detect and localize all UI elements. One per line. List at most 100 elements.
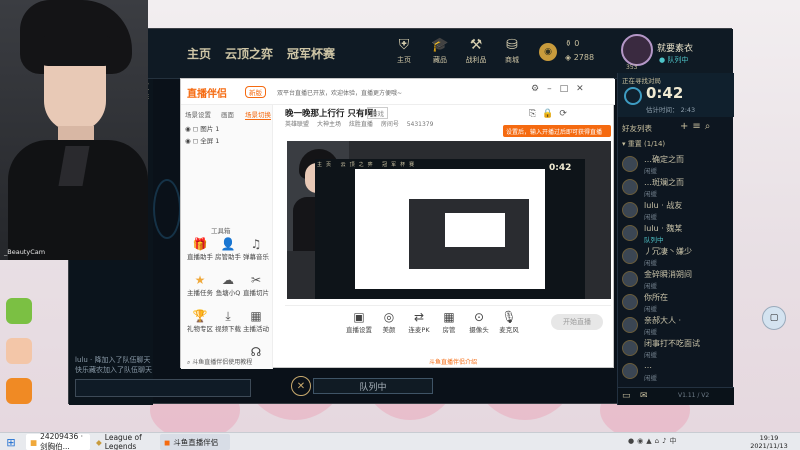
desktop-app-icon[interactable] — [6, 298, 32, 324]
list-icon[interactable]: ≡ — [692, 121, 704, 132]
tray-app-icon[interactable]: ▲ — [646, 437, 654, 445]
toolbox-item[interactable]: 🎁 直播助手 — [187, 237, 213, 263]
list-item[interactable]: lulu · 魏某 队列中 — [622, 222, 730, 244]
orange-tip[interactable]: 设置后，输入开播过后即可获得直播 — [503, 125, 611, 137]
lol-decor-ring — [153, 179, 181, 239]
tutorial-link[interactable]: ⌕ 斗鱼直播伴侣使用教程 — [187, 357, 252, 367]
chat-input[interactable] — [75, 379, 251, 397]
tab-scene-switch[interactable]: 场景切换 — [245, 109, 271, 120]
friend-name: 闭事打不吃面试 — [644, 339, 700, 348]
list-item[interactable]: …斑斓之而 闲缓 — [622, 176, 730, 198]
lol-nav-home[interactable]: 主页 — [187, 45, 211, 62]
taskbar-item[interactable]: ◼ 斗鱼直播伴侣 — [160, 434, 230, 450]
lol-tool-store[interactable]: ⛁ 商城 — [495, 35, 529, 75]
chat-icon[interactable]: ▭ — [622, 391, 631, 401]
taskbar-item[interactable]: ■ 24209436 · 剑胸伯... — [26, 432, 90, 450]
bottom-tool-button[interactable]: 🎙 麦克风 — [495, 310, 523, 336]
desktop-app-icon[interactable] — [6, 378, 32, 404]
add-friend-icon[interactable]: + — [680, 121, 692, 132]
list-item[interactable]: … 闲缓 — [622, 360, 730, 382]
list-item[interactable]: 闭事打不吃面试 闲缓 — [622, 337, 730, 359]
toolbox-item[interactable]: ✂ 直播切片 — [243, 273, 269, 299]
lol-tool-home[interactable]: ⛨ 主页 — [387, 35, 421, 75]
friends-footer: ▭ ✉ V1.11 / V2 — [618, 387, 734, 405]
start-icon[interactable]: ⊞ — [4, 435, 18, 449]
tray-app-icon[interactable]: ◉ — [637, 437, 646, 445]
network-icon[interactable]: ⌂ — [655, 437, 662, 445]
toolbox-item[interactable]: 👤 房管助手 — [215, 237, 241, 263]
minimize-icon[interactable]: – — [547, 84, 560, 94]
friend-name: 金碎瞬消朔间 — [644, 270, 692, 279]
bottom-tool-button[interactable]: ⇄ 连麦PK — [405, 310, 433, 336]
friend-name: 亲郝大人 · — [644, 316, 682, 325]
refresh-icon[interactable]: ⟳ — [559, 109, 573, 119]
avatar — [622, 271, 638, 287]
lol-tool-collection[interactable]: 🎓 藏品 — [423, 35, 457, 75]
stream-tag[interactable]: 游戏 — [367, 107, 388, 119]
bottom-tool-button[interactable]: ▦ 房管 — [435, 310, 463, 336]
start-stream-button[interactable]: 开始直播 — [551, 314, 603, 330]
floating-assist-icon[interactable]: ▢ — [762, 306, 786, 330]
cancel-queue-button[interactable]: ✕ — [291, 376, 311, 396]
version-badge: 新版 — [245, 86, 266, 98]
list-item[interactable]: 亲郝大人 · 闲缓 — [622, 314, 730, 336]
lol-nav-clash[interactable]: 冠军杯赛 — [287, 45, 335, 62]
toolbox-label: 直播切片 — [243, 289, 269, 297]
avatar[interactable] — [621, 34, 653, 66]
tab-scene-settings[interactable]: 场景设置 — [185, 109, 211, 119]
bottom-tool-button[interactable]: ◎ 美颜 — [375, 310, 403, 336]
summoner-status: ● 队列中 — [659, 56, 689, 64]
toolbox-title: 工具箱 — [211, 227, 231, 235]
volume-icon[interactable]: ♪ — [662, 437, 669, 445]
close-icon[interactable]: ✕ — [576, 84, 592, 94]
riot-points-value: ◈ 2788 — [565, 53, 595, 62]
intro-link[interactable]: 斗鱼直播伴侣介绍 — [429, 357, 477, 366]
queue-status-button[interactable]: 队列中 — [313, 378, 433, 394]
friends-header: 好友列表 — [622, 124, 652, 133]
friend-name: … — [644, 361, 652, 370]
tray-app-icon[interactable]: ● — [628, 437, 637, 445]
avatar — [622, 225, 638, 241]
toolbox-item[interactable]: ⤓ 视频下载 — [215, 309, 241, 335]
mail-icon[interactable]: ✉ — [640, 391, 648, 401]
toolbox-item[interactable]: ★ 主播任务 — [187, 273, 213, 299]
lol-nav-tft[interactable]: 云顶之弈 — [225, 45, 273, 62]
avatar — [622, 179, 638, 195]
lock-icon[interactable]: 🔒 — [542, 109, 559, 119]
friends-group[interactable]: ▾ 重置 (1/14) — [622, 139, 665, 149]
list-item[interactable]: 丿冗凄丶嫌少 闲缓 — [622, 245, 730, 267]
queue-estimate: 估计时间： 2:43 — [646, 106, 696, 114]
search-icon[interactable]: ⌕ — [705, 121, 715, 132]
toolbox-item[interactable]: ♫ 弹幕音乐 — [243, 237, 269, 263]
lol-tool-loot[interactable]: ⚒ 战利品 — [459, 35, 493, 75]
toolbox-item[interactable]: ☁ 鱼塘小Q — [215, 273, 241, 299]
layer-item[interactable]: ◉ ◻ 全屏 1 — [185, 135, 219, 145]
ime-icon[interactable]: 中 — [670, 437, 680, 445]
list-item[interactable]: lulu · 战友 闲缓 — [622, 199, 730, 221]
queue-bar: ✕ 队列中 — [291, 374, 461, 398]
bottom-tool-button[interactable]: ⊙ 摄像头 — [465, 310, 493, 336]
desktop-app-icon[interactable] — [6, 338, 32, 364]
layer-item[interactable]: ◉ ◻ 图片 1 — [185, 123, 219, 133]
settings-icon[interactable]: ⚙ — [531, 84, 547, 94]
toolbox-item[interactable]: 🏆 礼物专区 — [187, 309, 213, 335]
bottom-tool-label: 直播设置 — [346, 326, 372, 334]
tab-screen[interactable]: 画面 — [221, 109, 234, 119]
bottom-tool-button[interactable]: ▣ 直播设置 — [345, 310, 373, 336]
share-icon[interactable]: ⎘ — [529, 109, 542, 119]
queue-progress-icon — [624, 87, 642, 105]
maximize-icon[interactable]: □ — [560, 84, 577, 94]
list-item[interactable]: 你所在 闲缓 — [622, 291, 730, 313]
friend-status: 闲缓 — [644, 282, 657, 290]
coin-icon[interactable]: ◉ — [539, 43, 557, 61]
tool-icon: 🎙 — [501, 310, 517, 324]
room-info: 英雄联盟 大神主场 炫胜直播 房间号 5431379 — [285, 121, 434, 128]
taskbar-item[interactable]: ◆ League of Legends — [92, 433, 162, 450]
notice-text: 双平台直播已开放，欢迎体验，直播更方便哦~ — [277, 90, 403, 97]
clock[interactable]: 19:19 2021/11/13 — [748, 434, 790, 450]
toolbox-item[interactable]: ▦ 主播活动 — [243, 309, 269, 335]
list-item[interactable]: …确定之而 闲缓 — [622, 153, 730, 175]
douyu-sidebar: 场景设置 画面 场景切换 ◉ ◻ 图片 1 ◉ ◻ 全屏 1 工具箱 🎁 直播助手… — [181, 105, 273, 369]
friend-status: 闲缓 — [644, 213, 657, 221]
list-item[interactable]: 金碎瞬消朔间 闲缓 — [622, 268, 730, 290]
